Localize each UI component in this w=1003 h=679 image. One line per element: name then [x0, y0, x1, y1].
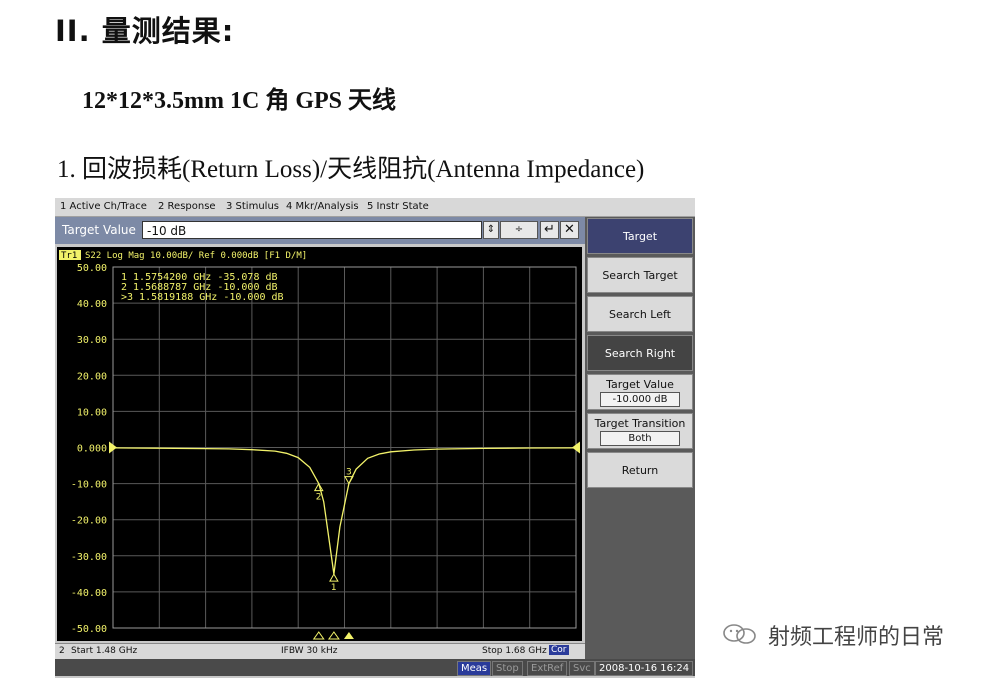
menu-bar: 1 Active Ch/Trace 2 Response 3 Stimulus …	[55, 198, 695, 217]
marker-number: 1	[331, 583, 337, 593]
y-tick-label: 10.00	[77, 407, 107, 418]
spin-updown-icon[interactable]: ⇕	[483, 221, 499, 239]
datetime: 2008-10-16 16:24	[595, 661, 694, 676]
target-transition-button[interactable]: Target Transition Both	[587, 413, 693, 449]
wechat-icon	[723, 624, 756, 644]
y-tick-label: 20.00	[77, 371, 107, 382]
y-tick-label: -30.00	[71, 552, 107, 563]
target-value-input[interactable]: -10 dB	[142, 221, 482, 239]
menu-active-ch-trace[interactable]: 1 Active Ch/Trace	[60, 201, 147, 212]
ifbw[interactable]: IFBW 30 kHz	[281, 646, 337, 656]
menu-stimulus[interactable]: 3 Stimulus	[226, 201, 279, 212]
softkey-panel: Target Search Target Search Left Search …	[585, 217, 695, 659]
y-tick-label: 40.00	[77, 299, 107, 310]
network-analyzer-screenshot: 1 Active Ch/Trace 2 Response 3 Stimulus …	[55, 198, 695, 678]
svc-status: Svc	[569, 661, 595, 676]
marker-number: 3	[346, 468, 352, 478]
y-tick-label: -40.00	[71, 588, 107, 599]
trace-chart: 50.00 40.00 30.00 20.00 10.00 0.000 -10.00 -20.…	[59, 250, 580, 640]
return-button[interactable]: Return	[587, 452, 693, 488]
document-subheading: 12*12*3.5mm 1C 角 GPS 天线	[82, 88, 396, 114]
target-value-button[interactable]: Target Value -10.000 dB	[587, 374, 693, 410]
target-transition-display: Both	[600, 431, 680, 446]
active-marker-icon	[343, 632, 354, 639]
target-value-display: -10.000 dB	[600, 392, 680, 407]
y-tick-label: 30.00	[77, 335, 107, 346]
document-heading: II. 量测结果:	[55, 14, 235, 48]
y-tick-label: -50.00	[71, 624, 107, 635]
close-icon[interactable]: ✕	[560, 221, 579, 239]
meas-status: Meas	[457, 661, 492, 676]
trace-tag-text: Tr1	[61, 251, 77, 261]
search-left-button[interactable]: Search Left	[587, 296, 693, 332]
entry-label: Target Value	[62, 223, 136, 237]
stop-frequency[interactable]: Stop 1.68 GHz	[482, 646, 547, 656]
watermark: 射频工程师的日常	[768, 625, 945, 650]
section-title: 1. 回波损耗(Return Loss)/天线阻抗(Antenna Impeda…	[57, 156, 645, 183]
start-frequency[interactable]: Start 1.48 GHz	[71, 646, 137, 656]
menu-instr-state[interactable]: 5 Instr State	[367, 201, 429, 212]
marker-readout: >3 1.5819188 GHz -10.000 dB	[121, 292, 284, 303]
trace-display: 50.00 40.00 30.00 20.00 10.00 0.000 -10.00 -20.…	[57, 247, 582, 641]
menu-response[interactable]: 2 Response	[158, 201, 216, 212]
instrument-status-bar: Meas Stop ExtRef Svc 2008-10-16 16:24	[55, 659, 695, 676]
channel-number: 2	[59, 646, 65, 656]
y-tick-label: 0.000	[77, 444, 107, 455]
enter-icon[interactable]: ↵	[540, 221, 559, 239]
menu-mkr-analysis[interactable]: 4 Mkr/Analysis	[286, 201, 359, 212]
stimulus-marker-icon	[312, 631, 325, 640]
y-tick-label: -20.00	[71, 516, 107, 527]
search-right-button[interactable]: Search Right	[587, 335, 693, 371]
stop-status: Stop	[492, 661, 523, 676]
trace-header: S22 Log Mag 10.00dB/ Ref 0.000dB [F1 D/M…	[85, 251, 307, 261]
y-tick-label: -10.00	[71, 480, 107, 491]
marker-icon	[329, 573, 339, 582]
y-tick-label: 50.00	[77, 263, 107, 274]
softkey-title: Target	[587, 218, 693, 254]
marker-number: 2	[316, 493, 322, 503]
step-icon[interactable]: ÷	[500, 221, 538, 239]
entry-bar: Target Value -10 dB ⇕ ÷ ↵ ✕	[55, 217, 585, 244]
search-target-button[interactable]: Search Target	[587, 257, 693, 293]
stimulus-marker-icon	[327, 631, 340, 640]
extref-status: ExtRef	[527, 661, 568, 676]
channel-status-bar: 2 Start 1.48 GHz IFBW 30 kHz Stop 1.68 G…	[55, 643, 585, 659]
cor-badge: Cor	[549, 645, 569, 655]
